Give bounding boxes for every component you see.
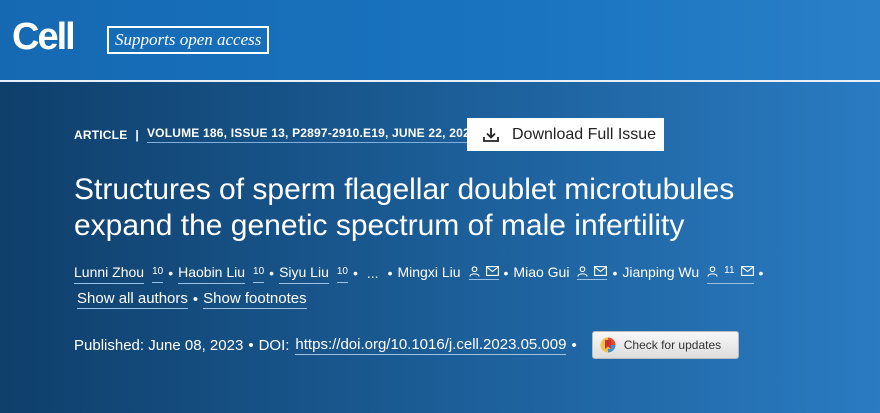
pub-separator: • (248, 336, 254, 354)
author-name[interactable]: Lunni Zhou (74, 262, 145, 284)
meta-separator: | (135, 127, 139, 142)
author-name[interactable]: Mingxi Liu (397, 262, 460, 283)
pub-separator: • (571, 336, 577, 354)
publication-info: Published: June 08, 2023 • DOI: https://… (74, 331, 739, 359)
check-for-updates-button[interactable]: Check for updates (591, 331, 739, 359)
check-updates-label: Check for updates (623, 338, 722, 352)
person-icon (577, 265, 589, 277)
download-icon (483, 127, 499, 142)
doi-link[interactable]: https://doi.org/10.1016/j.cell.2023.05.0… (295, 336, 567, 355)
corresponding-author-icons[interactable]: 11 (707, 261, 754, 284)
author-separator: • (387, 264, 393, 281)
volume-issue-link[interactable]: VOLUME 186, ISSUE 13, P2897-2910.E19, JU… (146, 126, 477, 143)
author-name[interactable]: Haobin Liu (178, 262, 246, 284)
link-separator: • (192, 291, 199, 308)
envelope-icon (740, 266, 754, 276)
show-all-authors-link[interactable]: Show all authors (77, 290, 188, 309)
affiliation-ref[interactable]: 11 (724, 261, 734, 281)
author-name[interactable]: Miao Gui (513, 262, 569, 283)
corresponding-author-icons[interactable] (577, 265, 608, 280)
author-name[interactable]: Jianping Wu (622, 262, 699, 283)
published-date: Published: June 08, 2023 (74, 336, 244, 354)
article-header-page: Cell Supports open access ARTICLE | VOLU… (0, 0, 880, 413)
article-title: Structures of sperm flagellar doublet mi… (74, 173, 735, 242)
affiliation-ref[interactable]: 10 (152, 262, 164, 283)
article-meta: ARTICLE | VOLUME 186, ISSUE 13, P2897-29… (74, 126, 477, 143)
article-type: ARTICLE (74, 127, 128, 142)
cell-logo[interactable]: Cell (12, 18, 76, 56)
person-icon (707, 265, 718, 277)
authors-ellipsis: ... (366, 264, 379, 281)
author-name[interactable]: Siyu Liu (279, 262, 329, 284)
open-access-badge[interactable]: Supports open access (107, 26, 270, 54)
envelope-icon (485, 266, 499, 276)
author-list: Lunni Zhou 10 • Haobin Liu 10 • Siyu Liu… (74, 261, 864, 284)
crossmark-icon (600, 337, 616, 353)
download-button-label: Download Full Issue (512, 125, 657, 143)
affiliation-ref[interactable]: 10 (253, 262, 265, 283)
author-links: Show all authors • Show footnotes (77, 290, 307, 309)
corresponding-author-icons[interactable] (468, 265, 499, 280)
person-icon (468, 265, 480, 277)
author-separator: • (612, 264, 618, 281)
author-separator: • (353, 264, 358, 281)
author-separator: • (168, 264, 174, 281)
envelope-icon (594, 266, 608, 276)
author-separator: • (269, 264, 275, 281)
show-footnotes-link[interactable]: Show footnotes (203, 290, 307, 309)
download-full-issue-button[interactable]: Download Full Issue (467, 118, 664, 151)
author-separator: • (503, 264, 509, 281)
journal-banner: Cell Supports open access (0, 0, 880, 82)
author-separator: • (758, 264, 764, 281)
affiliation-ref[interactable]: 10 (336, 262, 348, 283)
doi-label: DOI: (258, 336, 290, 354)
